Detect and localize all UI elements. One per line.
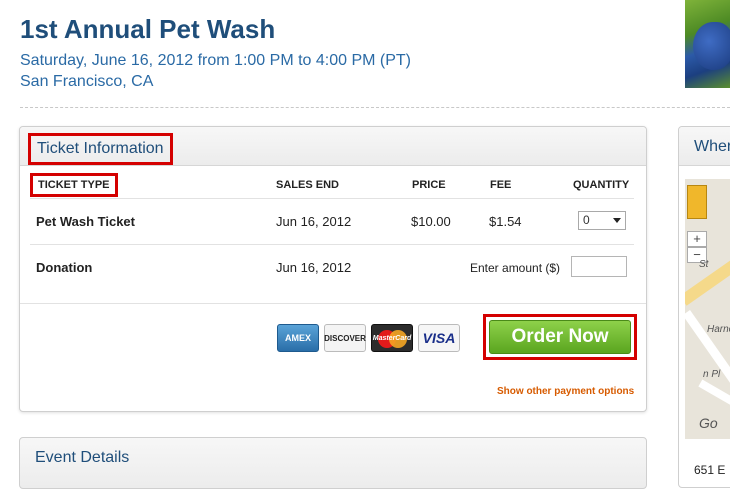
col-fee: FEE [490, 179, 512, 191]
col-price: PRICE [412, 179, 446, 191]
row-divider [30, 198, 634, 199]
event-image [685, 0, 730, 88]
col-ticket-type: TICKET TYPE [30, 173, 118, 197]
ticket-sales-end: Jun 16, 2012 [276, 214, 352, 229]
section-divider [20, 303, 646, 304]
header-divider [20, 107, 730, 108]
quantity-value: 0 [583, 213, 590, 227]
order-now-label: Order Now [489, 320, 631, 354]
order-now-button[interactable]: Order Now [483, 314, 637, 360]
google-logo: Go [699, 415, 718, 431]
event-details-title: Event Details [35, 449, 130, 466]
where-panel-title: Wher [694, 138, 730, 155]
event-details-panel: Event Details [19, 437, 647, 489]
zoom-in-icon[interactable]: + [687, 231, 707, 247]
chevron-down-icon [613, 218, 621, 223]
donation-amount-label: Enter amount ($) [470, 261, 561, 275]
ticket-name: Pet Wash Ticket [36, 214, 135, 229]
where-panel: Wher + − St Harne n Pl Go 651 E [678, 126, 730, 488]
event-location: San Francisco, CA [20, 73, 154, 90]
event-date: Saturday, June 16, 2012 from 1:00 PM to … [20, 52, 412, 69]
donation-amount-input[interactable] [571, 256, 627, 277]
donation-name: Donation [36, 260, 93, 275]
quantity-select[interactable]: 0 [578, 211, 626, 230]
ticket-panel: Ticket Information TICKET TYPE SALES END… [19, 126, 647, 412]
amex-card-icon: AMEX [277, 324, 319, 352]
ticket-fee: $1.54 [489, 214, 522, 229]
mastercard-icon: MasterCard [371, 324, 413, 352]
ticket-panel-header: Ticket Information [20, 127, 646, 166]
visa-card-icon: VISA [418, 324, 460, 352]
event-address: 651 E [694, 463, 726, 477]
other-payment-options-link[interactable]: Show other payment options [497, 386, 634, 397]
row-divider [30, 244, 634, 245]
map-street-label: St [699, 259, 709, 270]
map-street-label: Harne [707, 324, 730, 335]
location-map[interactable]: + − St Harne n Pl Go [685, 179, 730, 439]
map-street-label: n Pl [703, 369, 721, 380]
where-panel-header: Wher [679, 127, 730, 166]
street-view-pegman-icon[interactable] [687, 185, 707, 219]
event-title: 1st Annual Pet Wash [20, 14, 276, 44]
col-quantity: QUANTITY [573, 179, 630, 191]
donation-sales-end: Jun 16, 2012 [276, 260, 352, 275]
ticket-price: $10.00 [411, 214, 451, 229]
col-sales-end: SALES END [276, 179, 339, 191]
discover-card-icon: DISCOVER [324, 324, 366, 352]
ticket-panel-title: Ticket Information [28, 133, 173, 165]
